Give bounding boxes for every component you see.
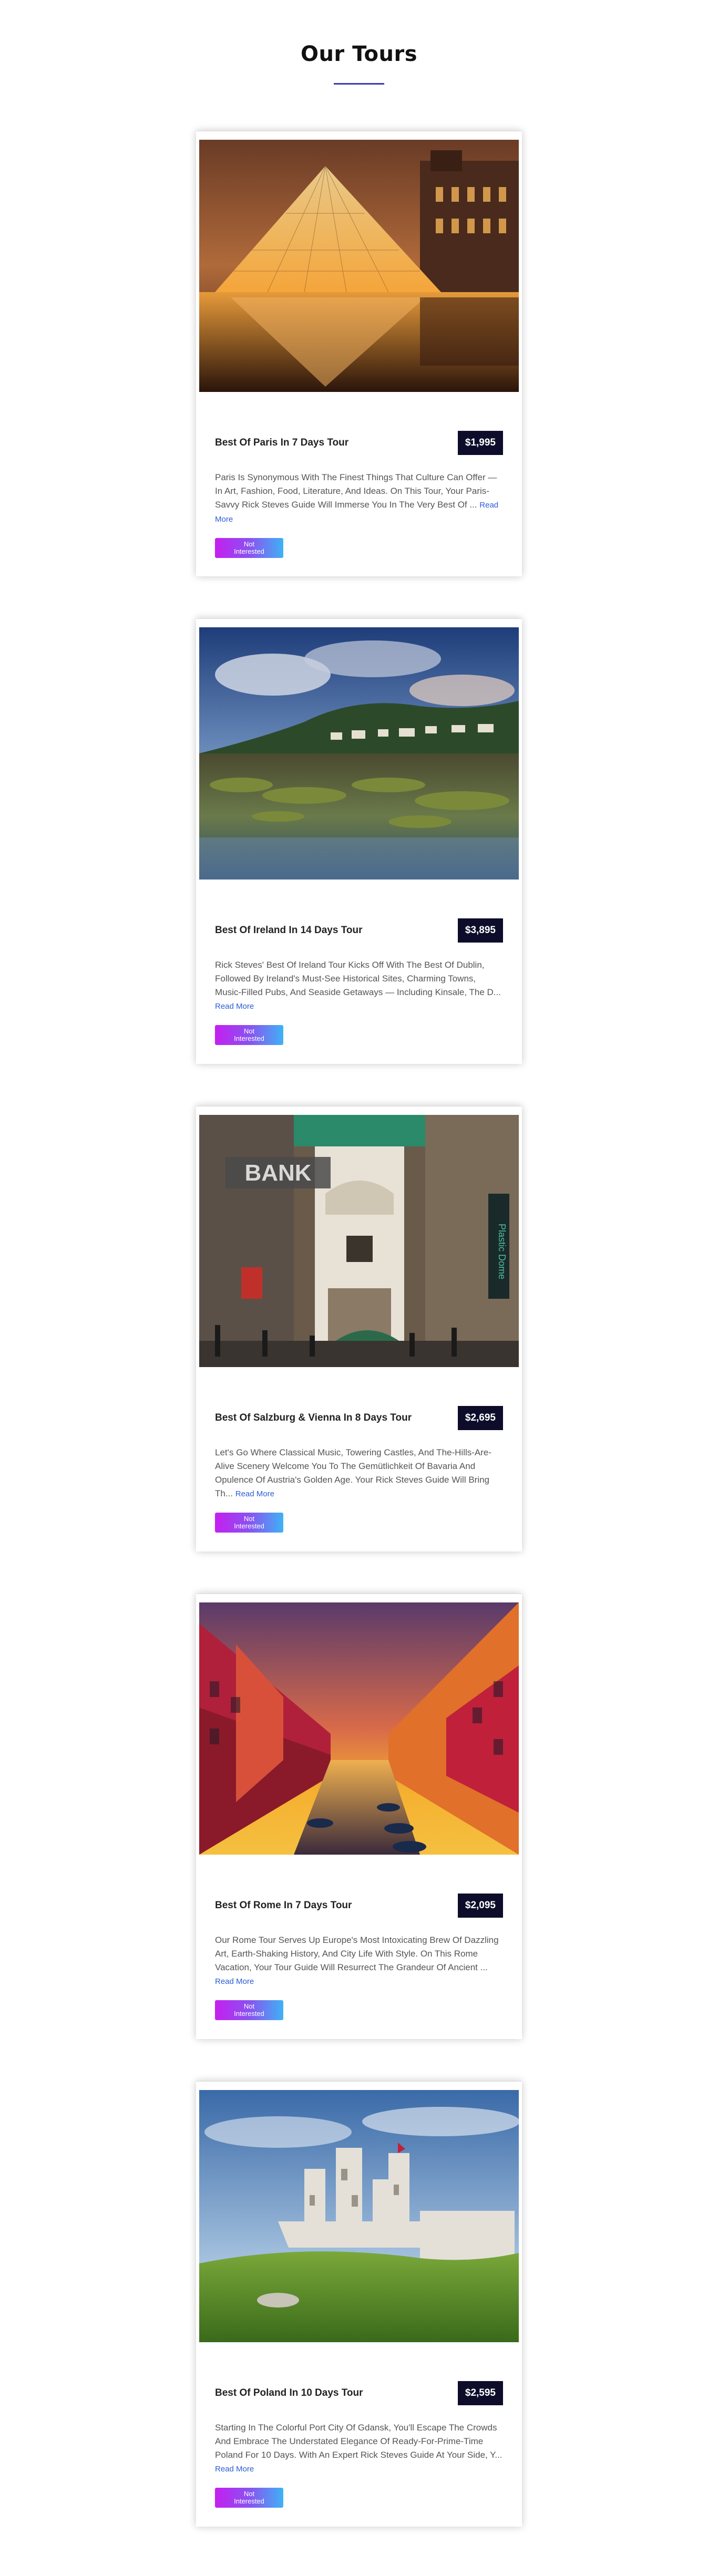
not-interested-button[interactable]: Not Interested bbox=[215, 1513, 283, 1533]
tour-name: Best Of Ireland In 14 Days Tour bbox=[215, 925, 363, 936]
svg-text:BANK: BANK bbox=[244, 1160, 311, 1186]
tour-card-poland: Best Of Poland In 10 Days Tour $2,595 St… bbox=[196, 2081, 522, 2527]
price-badge: $2,695 bbox=[457, 1406, 503, 1430]
vienna-street-image: BANK Plastic Dome bbox=[199, 1115, 519, 1367]
read-more-link[interactable]: Read More bbox=[215, 1002, 254, 1011]
not-interested-button[interactable]: Not Interested bbox=[215, 1025, 283, 1045]
card-header: Best Of Paris In 7 Days Tour $1,995 bbox=[215, 431, 503, 455]
tour-description-text: Starting In The Colorful Port City Of Gd… bbox=[215, 2423, 502, 2460]
tour-description-text: Our Rome Tour Serves Up Europe's Most In… bbox=[215, 1935, 499, 1972]
price-badge: $1,995 bbox=[457, 431, 503, 455]
not-interested-button[interactable]: Not Interested bbox=[215, 538, 283, 558]
tour-description: Let's Go Where Classical Music, Towering… bbox=[215, 1446, 503, 1501]
card-header: Best Of Poland In 10 Days Tour $2,595 bbox=[215, 2381, 503, 2405]
tour-card-salzburg-vienna: BANK Plastic Dome Best Of Salzburg & Vie… bbox=[196, 1106, 522, 1551]
read-more-link[interactable]: Read More bbox=[235, 1489, 274, 1498]
card-body: Best Of Poland In 10 Days Tour $2,595 St… bbox=[215, 2381, 503, 2508]
read-more-link[interactable]: Read More bbox=[215, 2465, 254, 2474]
card-body: Best Of Paris In 7 Days Tour $1,995 Pari… bbox=[215, 431, 503, 558]
louvre-pyramid-image bbox=[199, 140, 519, 392]
canal-sunset-image bbox=[199, 1602, 519, 1855]
page-header: Our Tours bbox=[0, 42, 718, 85]
tour-card-paris: Best Of Paris In 7 Days Tour $1,995 Pari… bbox=[196, 131, 522, 576]
tour-description: Our Rome Tour Serves Up Europe's Most In… bbox=[215, 1933, 503, 1989]
card-header: Best Of Salzburg & Vienna In 8 Days Tour… bbox=[215, 1406, 503, 1430]
tour-card-ireland: Best Of Ireland In 14 Days Tour $3,895 R… bbox=[196, 618, 522, 1064]
tour-description-text: Paris Is Synonymous With The Finest Thin… bbox=[215, 472, 497, 510]
tour-description: Rick Steves' Best Of Ireland Tour Kicks … bbox=[215, 958, 503, 1013]
castle-ruins-image bbox=[199, 2090, 519, 2342]
price-badge: $2,095 bbox=[457, 1894, 503, 1918]
card-body: Best Of Salzburg & Vienna In 8 Days Tour… bbox=[215, 1406, 503, 1533]
price-badge: $2,595 bbox=[457, 2381, 503, 2405]
tour-name: Best Of Salzburg & Vienna In 8 Days Tour bbox=[215, 1412, 412, 1423]
tour-description: Starting In The Colorful Port City Of Gd… bbox=[215, 2421, 503, 2476]
not-interested-button[interactable]: Not Interested bbox=[215, 2000, 283, 2020]
tour-name: Best Of Paris In 7 Days Tour bbox=[215, 437, 349, 448]
card-header: Best Of Ireland In 14 Days Tour $3,895 bbox=[215, 918, 503, 943]
tour-card-rome: Best Of Rome In 7 Days Tour $2,095 Our R… bbox=[196, 1594, 522, 2039]
read-more-link[interactable]: Read More bbox=[215, 1977, 254, 1986]
tour-description-text: Rick Steves' Best Of Ireland Tour Kicks … bbox=[215, 960, 501, 997]
tour-description: Paris Is Synonymous With The Finest Thin… bbox=[215, 471, 503, 526]
price-badge: $3,895 bbox=[457, 918, 503, 943]
tour-name: Best Of Rome In 7 Days Tour bbox=[215, 1900, 352, 1911]
card-header: Best Of Rome In 7 Days Tour $2,095 bbox=[215, 1894, 503, 1918]
card-body: Best Of Ireland In 14 Days Tour $3,895 R… bbox=[215, 918, 503, 1045]
tour-name: Best Of Poland In 10 Days Tour bbox=[215, 2387, 363, 2398]
card-body: Best Of Rome In 7 Days Tour $2,095 Our R… bbox=[215, 1894, 503, 2020]
not-interested-button[interactable]: Not Interested bbox=[215, 2488, 283, 2508]
svg-text:Plastic Dome: Plastic Dome bbox=[497, 1224, 507, 1279]
title-underline bbox=[334, 83, 384, 85]
irish-coast-image bbox=[199, 627, 519, 880]
page-title: Our Tours bbox=[300, 42, 418, 66]
